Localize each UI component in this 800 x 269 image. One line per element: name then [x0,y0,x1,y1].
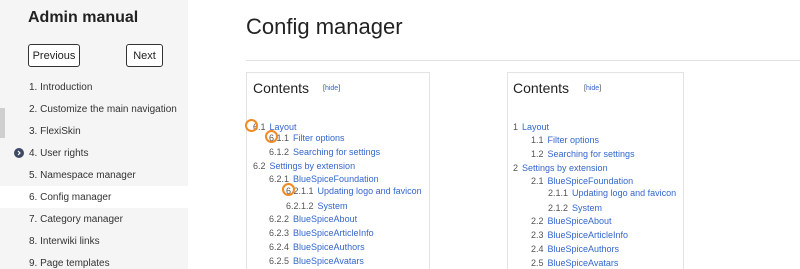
toc-heading: Contents [253,80,310,96]
hide-link[interactable]: hide [586,85,599,92]
sidebar-item-customize-navigation[interactable]: 2. Customize the main navigation [0,98,188,120]
toc-entry[interactable]: 6.2.1.1 Updating logo and favicon [286,186,422,196]
toc-entry[interactable]: 6.1.1 Filter options [269,133,345,143]
sidebar: Admin manual Previous Next 1. Introducti… [0,0,188,269]
toc-entry[interactable]: 6.2.1.2 System [286,201,348,211]
highlight-circle-marker [282,183,295,196]
sidebar-item-page-templates[interactable]: 9. Page templates [0,252,188,269]
toc-entry[interactable]: 1 Layout [513,122,549,132]
toc-entry[interactable]: 6.2 Settings by extension [253,161,355,171]
chevron-right-icon[interactable] [14,148,24,158]
sidebar-nav-list: 1. Introduction 2. Customize the main na… [0,76,188,269]
toc-entry[interactable]: 6.2.3 BlueSpiceArticleInfo [269,228,374,238]
toc-entry[interactable]: 2.1 BlueSpiceFoundation [531,176,633,186]
previous-button[interactable]: Previous [28,44,80,67]
toc-entry[interactable]: 2.1.1 Updating logo and favicon [548,188,676,198]
toc-entry[interactable]: 2.2 BlueSpiceAbout [531,216,612,226]
toc-entry[interactable]: 6.1.2 Searching for settings [269,147,380,157]
toc-entry[interactable]: 6.2.2 BlueSpiceAbout [269,214,357,224]
hide-link[interactable]: hide [325,85,338,92]
toc-entry[interactable]: 2.4 BlueSpiceAuthors [531,244,619,254]
sidebar-item-flexiskin[interactable]: 3. FlexiSkin [0,120,188,142]
toc-hide-toggle[interactable]: [hide] [584,85,601,92]
sidebar-item-label: 8. Interwiki links [29,235,100,247]
next-button[interactable]: Next [126,44,163,67]
highlight-circle-marker [265,130,278,143]
toc-box-left: Contents [hide] 6.1 Layout 6.1.1 Filter op… [245,72,430,269]
sidebar-item-label: 1. Introduction [29,81,93,93]
toc-entry[interactable]: 2.5 BlueSpiceAvatars [531,258,618,268]
toc-hide-toggle[interactable]: [hide] [323,85,340,92]
toc-entry[interactable]: 1.1 Filter options [531,135,599,145]
toc-heading: Contents [513,80,570,96]
sidebar-item-interwiki-links[interactable]: 8. Interwiki links [0,230,188,252]
toc-box-right: Contents [hide] 1 Layout 1.1 Filter option… [507,72,684,269]
toc-entry[interactable]: 1.2 Searching for settings [531,149,635,159]
toc-entry[interactable]: 2.3 BlueSpiceArticleInfo [531,230,628,240]
sidebar-item-config-manager[interactable]: 6. Config manager [0,186,188,208]
sidebar-item-introduction[interactable]: 1. Introduction [0,76,188,98]
sidebar-item-namespace-manager[interactable]: 5. Namespace manager [0,164,188,186]
highlight-circle-marker [245,119,258,132]
sidebar-item-label: 4. User rights [29,147,89,159]
sidebar-item-label: 7. Category manager [29,213,123,225]
title-divider [246,60,800,61]
toc-entry[interactable]: 6.2.4 BlueSpiceAuthors [269,242,365,252]
toc-entry[interactable]: 2.1.2 System [548,203,602,213]
sidebar-item-label: 2. Customize the main navigation [29,103,177,115]
sidebar-item-label: 5. Namespace manager [29,169,136,181]
page-title: Config manager [246,14,403,39]
sidebar-item-label: 3. FlexiSkin [29,125,81,137]
sidebar-title: Admin manual [28,9,139,26]
sidebar-item-user-rights[interactable]: 4. User rights [0,142,188,164]
sidebar-item-label: 6. Config manager [29,191,112,203]
sidebar-item-label: 9. Page templates [29,257,110,269]
toc-entry[interactable]: 2 Settings by extension [513,163,608,173]
sidebar-item-category-manager[interactable]: 7. Category manager [0,208,188,230]
toc-entry[interactable]: 6.2.5 BlueSpiceAvatars [269,256,364,266]
